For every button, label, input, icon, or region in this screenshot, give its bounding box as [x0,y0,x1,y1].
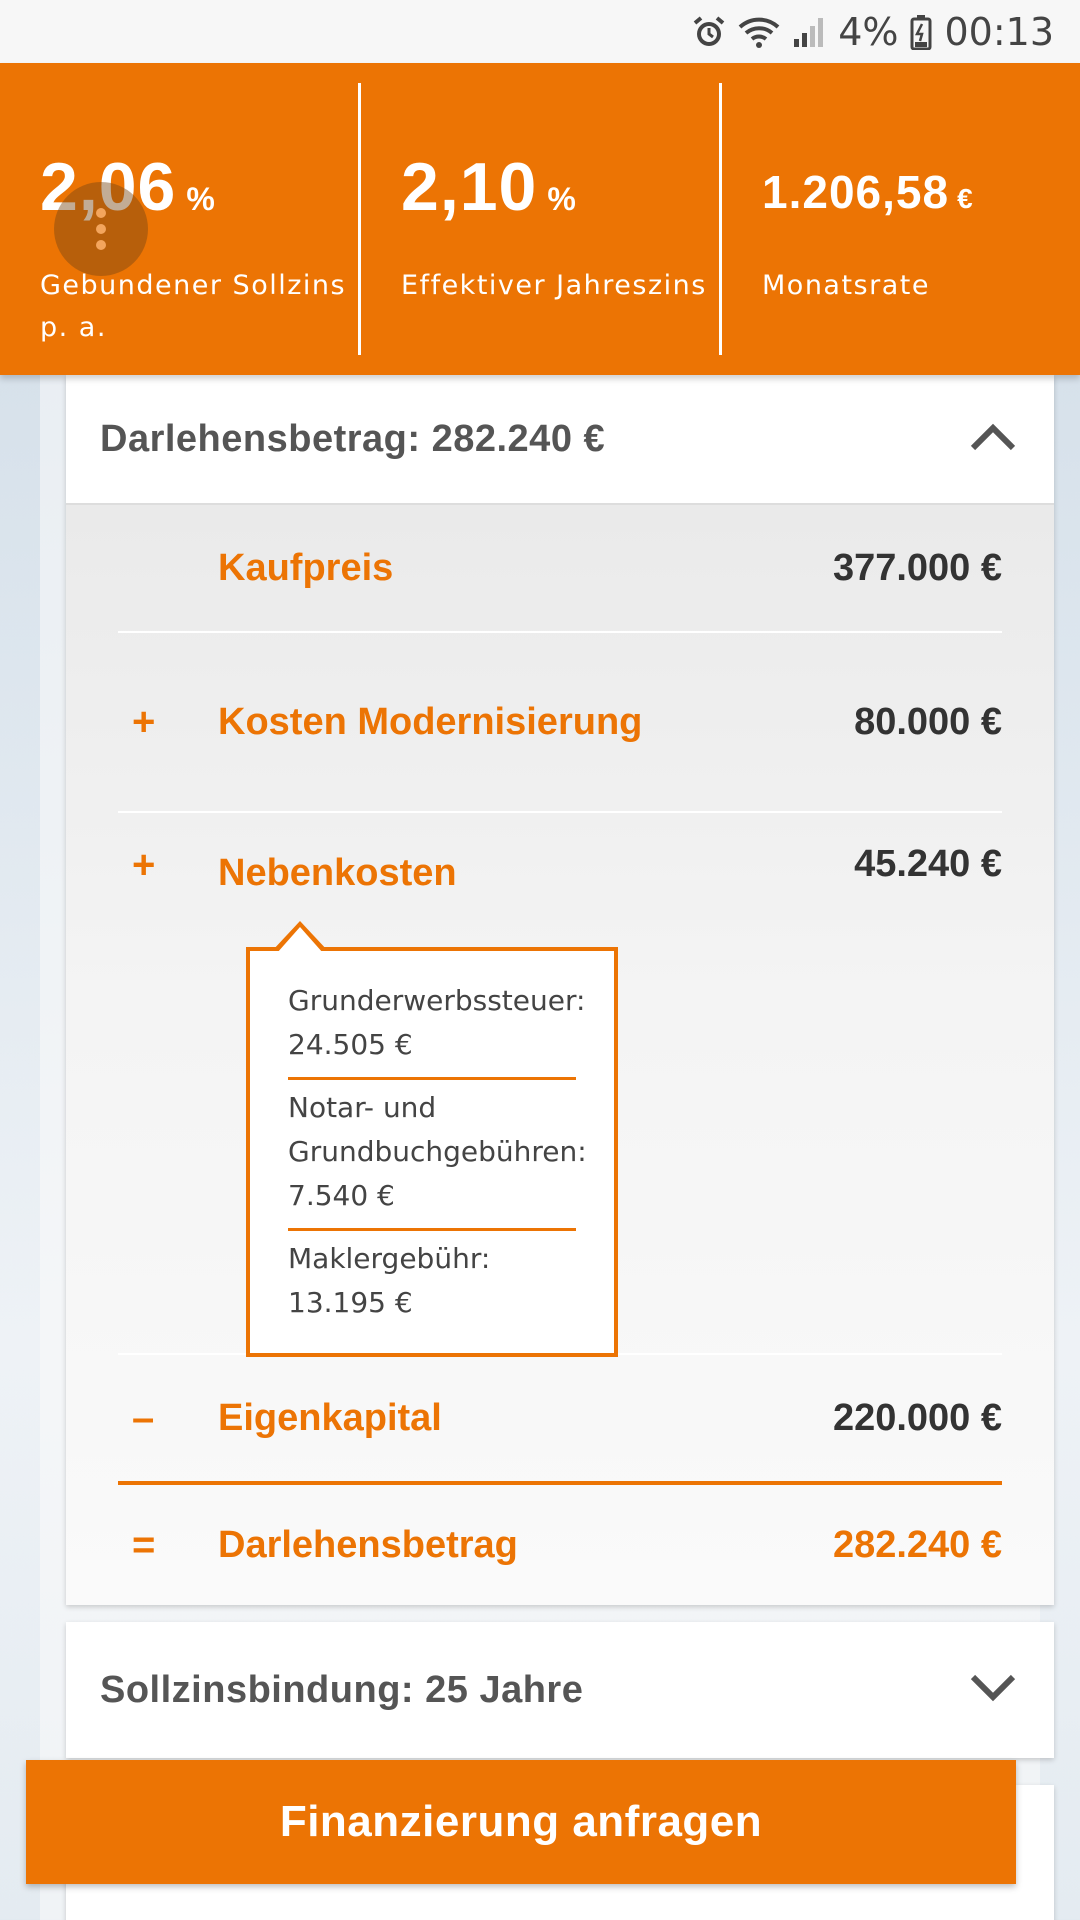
tooltip-item-notar: Notar- und Grundbuchgebühren: 7.540 € [288,1077,587,1228]
row-amount: 45.240 € [854,843,1002,885]
loan-amount-title: Darlehensbetrag: 282.240 € [100,417,606,460]
rate-sollzins: 2,06% Gebundener Sollzins p. a. [0,63,358,375]
loan-amount-header[interactable]: Darlehensbetrag: 282.240 € [66,375,1054,503]
battery-icon [910,14,932,50]
calc-row-total: = Darlehensbetrag 282.240 € [118,1481,1002,1605]
fixation-card: Sollzinsbindung: 25 Jahre [66,1622,1054,1758]
loan-amount-card: Darlehensbetrag: 282.240 € Kaufpreis 377… [66,375,1054,1605]
rate-summary-header: 2,06% Gebundener Sollzins p. a. 2,10% Ef… [0,63,1080,375]
chevron-down-icon[interactable] [970,1673,1016,1707]
nebenkosten-tooltip-area: Grunderwerbssteuer: 24.505 € Notar- und … [118,885,1002,1357]
row-label: Darlehensbetrag [218,1524,518,1566]
chevron-up-icon[interactable] [970,422,1016,456]
effektiv-label: Effektiver Jahreszins [401,270,707,301]
row-sign: + [132,843,156,887]
row-amount: 220.000 € [832,1396,1002,1439]
row-label: Eigenkapital [218,1397,442,1439]
loan-calculation: Kaufpreis 377.000 € + Kosten Modernisier… [66,503,1054,1605]
row-sign: = [132,1522,156,1567]
sollzins-unit: % [186,181,216,217]
status-bar: 4% 00:13 [0,0,1080,63]
alarm-icon [692,15,726,49]
tooltip-item-makler: Maklergebühr: 13.195 € [288,1228,576,1325]
sollzins-label: Gebundener Sollzins p. a. [40,270,347,343]
more-menu-button[interactable] [54,182,148,276]
tooltip-item-grunderwerbssteuer: Grunderwerbssteuer: 24.505 € [288,984,586,1061]
row-sign: + [132,699,156,744]
monatsrate-unit: € [957,183,974,214]
calc-row-kaufpreis: Kaufpreis 377.000 € [118,505,1002,633]
fixation-title: Sollzinsbindung: 25 Jahre [100,1668,584,1711]
calc-row-modernisierung: + Kosten Modernisierung 80.000 € [118,633,1002,813]
monatsrate-value: 1.206,58 [762,166,950,218]
calc-row-eigenkapital: – Eigenkapital 220.000 € [118,1355,1002,1481]
fixation-header[interactable]: Sollzinsbindung: 25 Jahre [66,1622,1054,1758]
request-financing-button[interactable]: Finanzierung anfragen [26,1760,1016,1884]
signal-icon [792,15,826,49]
nebenkosten-tooltip: Grunderwerbssteuer: 24.505 € Notar- und … [246,921,618,1357]
row-amount: 282.240 € [832,1523,1002,1566]
more-vertical-icon [96,208,106,218]
monatsrate-label: Monatsrate [762,270,930,301]
battery-percent: 4% [838,9,899,54]
row-label: Kaufpreis [218,547,394,589]
row-label: Kosten Modernisierung [218,701,643,743]
row-amount: 80.000 € [854,700,1002,743]
rate-monatsrate: 1.206,58 € Monatsrate [719,83,1080,355]
effektiv-unit: % [547,181,577,217]
row-sign: – [132,1395,155,1440]
clock-time: 00:13 [944,9,1054,54]
effektiv-value: 2,10 [401,149,538,225]
row-amount: 377.000 € [832,546,1002,589]
rate-effektiv: 2,10% Effektiver Jahreszins [358,83,719,355]
wifi-icon [738,15,780,49]
